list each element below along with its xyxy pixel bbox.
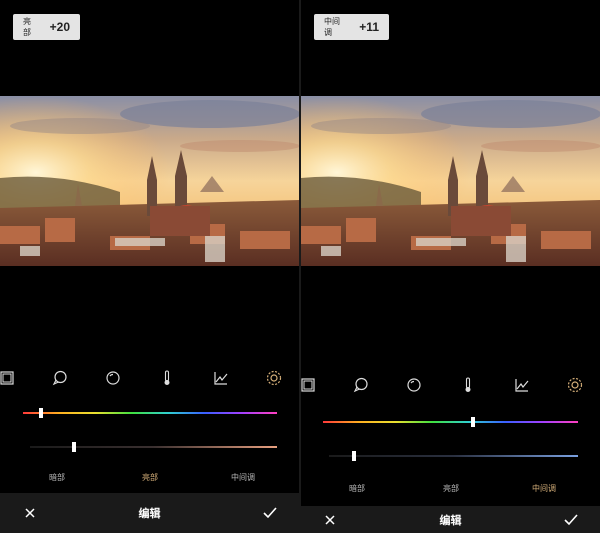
speech-bubble-icon[interactable]: [351, 375, 371, 395]
tone-tabs: 暗部 亮部 中间调: [0, 472, 299, 486]
tab-shadows[interactable]: 暗部: [349, 483, 365, 494]
tone-tabs: 暗部 亮部 中间调: [301, 483, 600, 497]
tab-shadows[interactable]: 暗部: [49, 472, 65, 483]
crop-icon[interactable]: [0, 368, 17, 388]
hue-slider[interactable]: [323, 417, 578, 427]
tool-bar: [301, 375, 600, 395]
gear-icon[interactable]: [264, 368, 284, 388]
photo-preview: [0, 96, 299, 266]
tab-midtones[interactable]: 中间调: [532, 483, 556, 494]
tab-highlights[interactable]: 亮部: [142, 472, 158, 483]
saturation-thumb[interactable]: [72, 442, 77, 452]
tool-bar: [0, 368, 299, 388]
circle-icon[interactable]: [103, 368, 123, 388]
hue-track: [23, 412, 277, 414]
hue-thumb[interactable]: [471, 417, 476, 427]
badge-label: 亮部: [23, 17, 31, 37]
tab-midtones[interactable]: 中间调: [231, 472, 255, 483]
speech-bubble-icon[interactable]: [50, 368, 70, 388]
hue-slider[interactable]: [23, 408, 277, 418]
photo-preview: [301, 96, 600, 266]
check-icon[interactable]: [262, 505, 278, 521]
check-icon[interactable]: [563, 512, 579, 528]
editor-panel-midtones: 中间调 +11 暗部 亮部 中间调 编辑: [301, 0, 600, 533]
curve-icon[interactable]: [512, 375, 532, 395]
bottom-bar-title: 编辑: [138, 508, 161, 520]
thermometer-icon[interactable]: [458, 375, 478, 395]
adjustment-badge: 中间调 +11: [314, 14, 389, 40]
badge-value: +20: [49, 20, 70, 34]
curve-icon[interactable]: [211, 368, 231, 388]
saturation-thumb[interactable]: [351, 451, 356, 461]
bottom-bar-title: 编辑: [439, 514, 462, 527]
crop-icon[interactable]: [301, 375, 318, 395]
saturation-track: [329, 455, 578, 457]
hue-track: [323, 421, 578, 423]
badge-value: +11: [359, 20, 379, 34]
saturation-slider[interactable]: [329, 451, 578, 461]
tab-highlights[interactable]: 亮部: [443, 483, 459, 494]
gear-icon[interactable]: [565, 375, 585, 395]
adjustment-badge: 亮部 +20: [13, 14, 80, 40]
bottom-bar: 编辑: [301, 506, 600, 533]
saturation-track: [30, 446, 277, 448]
hue-thumb[interactable]: [38, 408, 43, 418]
close-icon[interactable]: [22, 505, 38, 521]
circle-icon[interactable]: [404, 375, 424, 395]
badge-label: 中间调: [324, 17, 340, 37]
close-icon[interactable]: [322, 512, 338, 528]
editor-panel-highlights: 亮部 +20 暗部 亮部 中间调 编辑: [0, 0, 299, 533]
thermometer-icon[interactable]: [157, 368, 177, 388]
saturation-slider[interactable]: [30, 442, 277, 452]
bottom-bar: 编辑: [0, 493, 299, 533]
